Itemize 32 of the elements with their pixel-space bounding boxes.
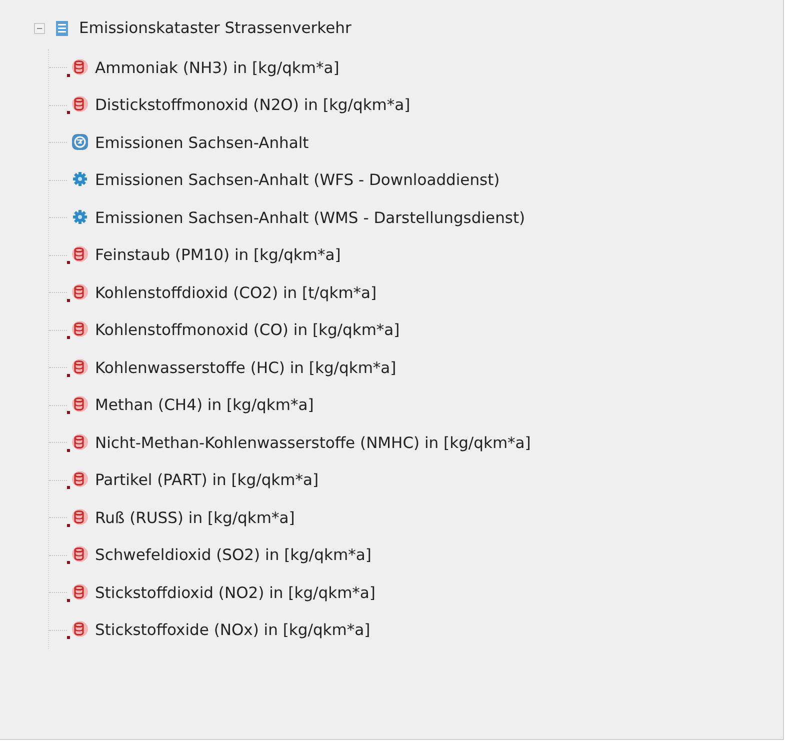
tree-item[interactable]: Stickstoffoxide (NOx) in [kg/qkm*a] [95,621,370,640]
database-icon [67,432,89,454]
tree-item[interactable]: Stickstoffdioxid (NO2) in [kg/qkm*a] [95,584,376,602]
tree-item[interactable]: Partikel (PART) in [kg/qkm*a] [95,471,319,490]
tree-item[interactable]: Kohlenwasserstoffe (HC) in [kg/qkm*a] [95,358,396,377]
database-icon [67,544,89,566]
database-icon [67,469,89,492]
database-icon [67,244,89,266]
tree-item[interactable]: Emissionen Sachsen-Anhalt (WFS - Downloaddienst) [95,171,500,190]
database-icon [67,394,89,416]
tree-item[interactable]: Feinstaub (PM10) in [kg/qkm*a] [95,246,341,264]
document-icon [55,20,69,36]
database-icon [67,356,89,379]
tree-item[interactable]: Nicht-Methan-Kohlenwasserstoffe (NMHC) in [kg/qkm*a] [95,434,531,452]
tree-item[interactable]: Kohlenstoffmonoxid (CO) in [kg/qkm*a] [95,321,400,340]
tree-item[interactable]: Emissionen Sachsen-Anhalt [95,134,309,152]
database-icon [67,56,89,79]
database-icon [67,94,89,116]
tree-item[interactable]: Distickstoffmonoxid (N2O) in [kg/qkm*a] [95,96,410,114]
collapse-toggle-icon[interactable] [34,22,45,34]
database-icon [67,282,89,304]
tree-item[interactable]: Schwefeldioxid (SO2) in [kg/qkm*a] [95,546,372,564]
database-icon [67,619,89,642]
tree-item[interactable]: Ruß (RUSS) in [kg/qkm*a] [95,508,295,527]
tree-item[interactable]: Ammoniak (NH3) in [kg/qkm*a] [95,58,340,77]
tree-item[interactable]: Kohlenstoffdioxid (CO2) in [t/qkm*a] [95,284,377,302]
database-icon [67,582,89,604]
database-icon [67,319,89,342]
tree-item[interactable]: Emissionskataster Strassenverkehr [79,19,352,37]
tree-item[interactable]: Methan (CH4) in [kg/qkm*a] [95,396,314,414]
database-icon [67,506,89,529]
tree-item[interactable]: Emissionen Sachsen-Anhalt (WMS - Darstellungsdienst) [95,208,526,227]
